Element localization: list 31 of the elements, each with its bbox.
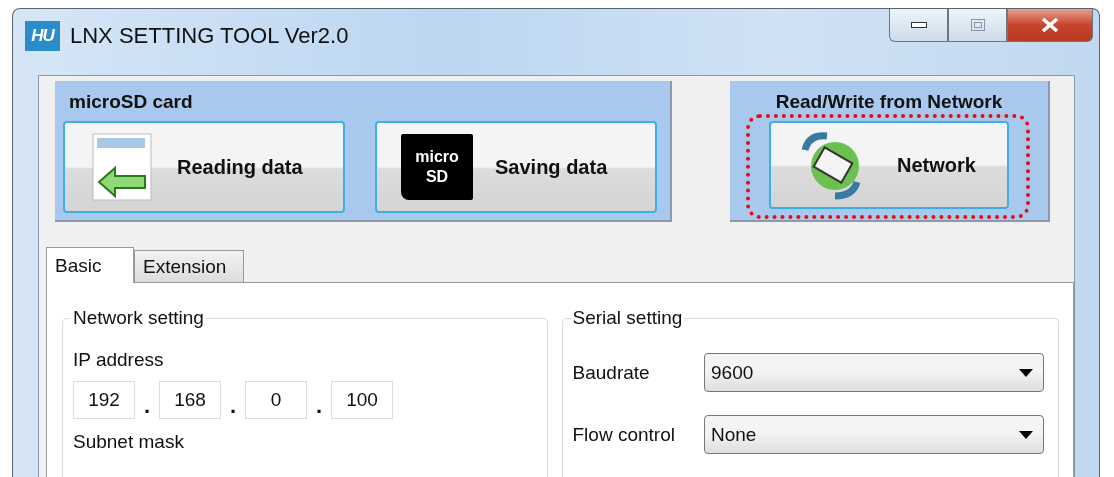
ip-octet-field[interactable]: 100 <box>331 381 393 419</box>
network-button[interactable]: Network <box>769 121 1009 209</box>
close-icon <box>1041 18 1059 32</box>
ip-octet-field[interactable]: 0 <box>245 381 307 419</box>
panel-title: microSD card <box>68 90 193 113</box>
tab[interactable]: Basic <box>46 247 134 283</box>
tab[interactable]: Extension <box>134 250 244 282</box>
saving-data-button[interactable]: micro SD Saving data <box>375 121 657 213</box>
dropdown[interactable]: None <box>704 415 1044 454</box>
panel-title: Read/Write from Network <box>775 90 1003 113</box>
separator-dot: . <box>314 393 324 419</box>
minimize-button[interactable] <box>889 9 948 42</box>
maximize-icon <box>970 19 985 31</box>
microsd-card-icon: micro SD <box>401 134 473 200</box>
ip-octet-field[interactable]: 168 <box>159 381 221 419</box>
field-label: Baudrate <box>572 361 650 384</box>
dropdown-caret-icon <box>1019 430 1033 439</box>
field-label: IP address <box>73 349 165 371</box>
close-button[interactable] <box>1007 9 1093 42</box>
field-label: Subnet mask <box>73 431 185 453</box>
window-title: LNX SETTING TOOL Ver2.0 <box>70 22 349 50</box>
ip-octet-field[interactable]: 192 <box>73 381 135 419</box>
separator-dot: . <box>228 393 238 419</box>
minimize-icon <box>910 22 927 28</box>
separator-dot: . <box>142 393 152 419</box>
dropdown[interactable]: 9600 <box>704 353 1044 392</box>
dropdown-caret-icon <box>1019 368 1033 377</box>
app-logo: HU <box>25 21 60 51</box>
reading-data-button[interactable]: Reading data <box>63 121 345 213</box>
field-label: Flow control <box>572 423 675 446</box>
maximize-button[interactable] <box>948 9 1007 42</box>
